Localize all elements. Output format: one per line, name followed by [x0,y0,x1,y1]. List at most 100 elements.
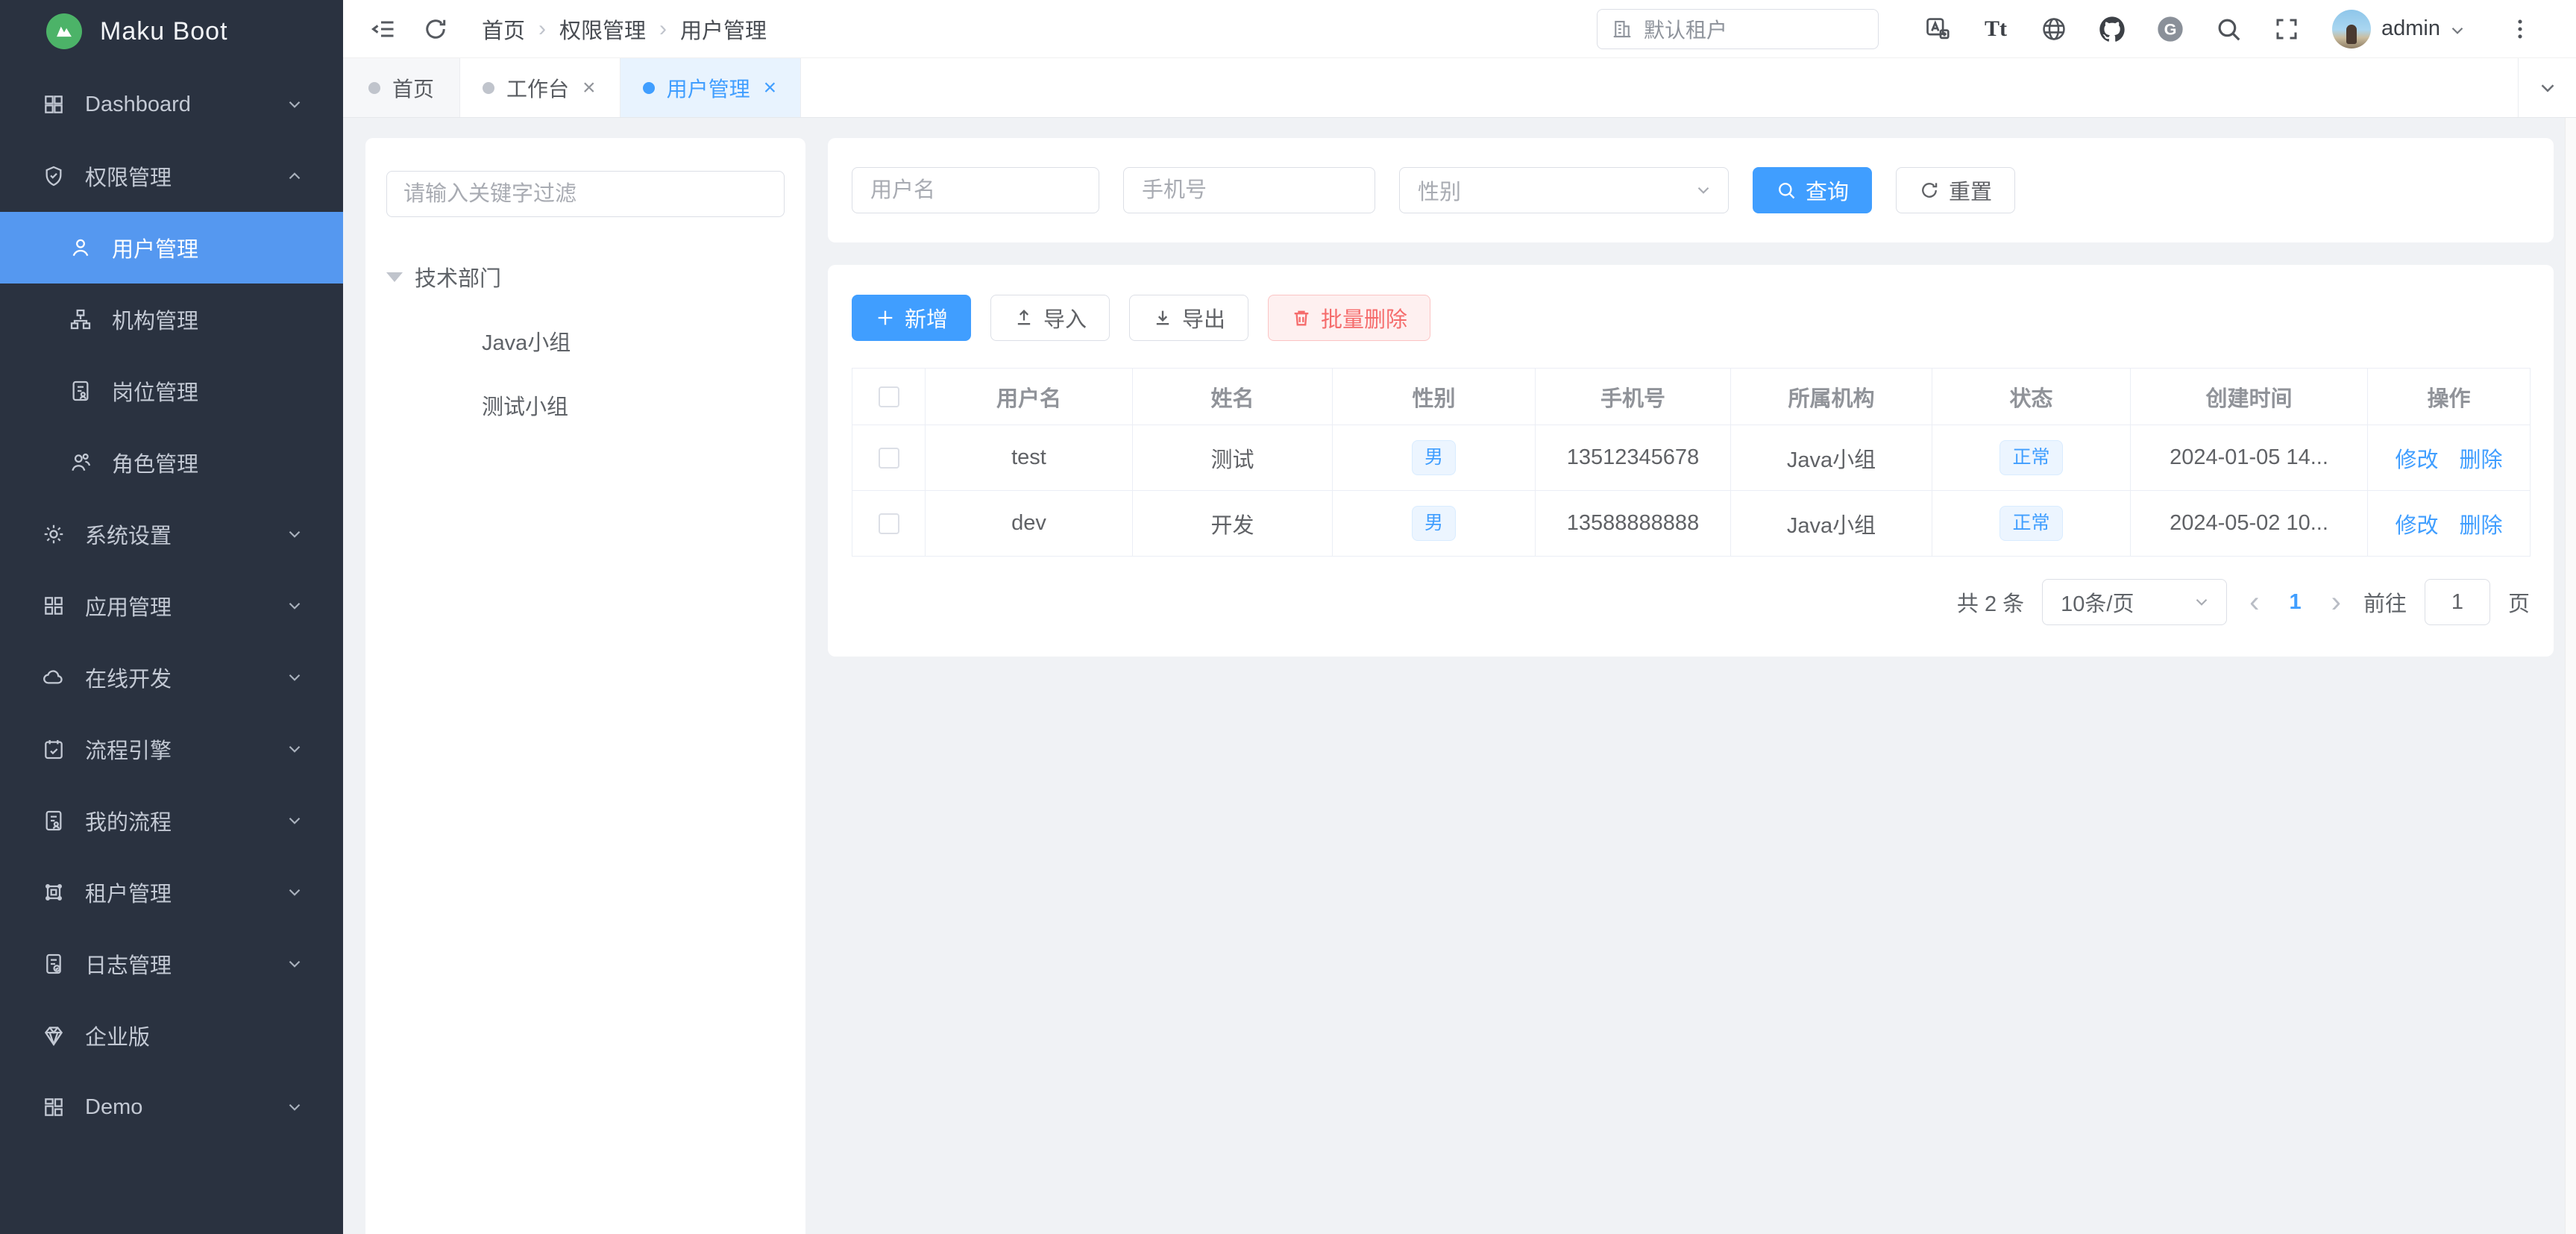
prev-page-icon[interactable]: ‹ [2245,586,2264,619]
filter-card: 性别 查询 重置 [828,138,2554,242]
sidebar-item-label: 我的流程 [85,805,172,836]
sidebar-item-log-management[interactable]: 日志管理 [0,928,343,1000]
delete-link[interactable]: 删除 [2460,442,2503,474]
tab-home[interactable]: 首页 [343,58,460,117]
batch-delete-button[interactable]: 批量删除 [1268,295,1430,341]
row-checkbox[interactable] [879,448,899,469]
import-button-label: 导入 [1043,302,1087,333]
users-table: 用户名 姓名 性别 手机号 所属机构 状态 创建时间 操作 [852,368,2531,557]
tree-caret-icon[interactable] [386,272,403,282]
row-checkbox[interactable] [879,513,899,534]
tree-node-child[interactable]: Java小组 [386,317,785,365]
close-icon[interactable]: × [581,75,597,101]
tree-node-child[interactable]: 测试小组 [386,381,785,429]
sidebar-item-my-workflow[interactable]: 我的流程 [0,785,343,856]
breadcrumb-item[interactable]: 权限管理 [559,13,646,45]
dashboard-icon [42,93,66,116]
search-icon[interactable] [2199,15,2258,43]
sidebar-item-app-management[interactable]: 应用管理 [0,570,343,642]
tree-filter-input[interactable] [386,171,785,217]
people-icon [69,451,92,475]
sidebar-item-workflow-engine[interactable]: 流程引擎 [0,713,343,785]
tenant-select[interactable]: 默认租户 [1597,9,1879,49]
sidebar-item-label: 用户管理 [112,232,198,263]
breadcrumb-item: 用户管理 [680,13,767,45]
sidebar-item-org-management[interactable]: 机构管理 [0,284,343,355]
tree-node-root[interactable]: 技术部门 [386,253,785,301]
sidebar-item-dashboard[interactable]: Dashboard [0,69,343,140]
sidebar-item-online-dev[interactable]: 在线开发 [0,642,343,713]
sidebar-item-user-management[interactable]: 用户管理 [0,212,343,284]
mobile-filter-input[interactable] [1123,167,1375,213]
page-size-select[interactable]: 10条/页 [2042,579,2227,625]
tree-node-label: Java小组 [482,325,571,357]
username-label[interactable]: admin [2381,16,2440,41]
sidebar-item-role-management[interactable]: 角色管理 [0,427,343,498]
chevron-down-icon [285,668,304,687]
sidebar-item-enterprise[interactable]: 企业版 [0,1000,343,1071]
breadcrumb-item[interactable]: 首页 [482,13,525,45]
cell-username: dev [926,491,1133,557]
tabs-dropdown-button[interactable] [2518,58,2576,117]
github-icon[interactable] [2083,14,2141,44]
column-header: 所属机构 [1731,369,1932,425]
pagination-total: 共 2 条 [1957,586,2024,618]
export-button[interactable]: 导出 [1129,295,1248,341]
chevron-down-icon [1694,181,1713,200]
next-page-icon[interactable]: › [2327,586,2346,619]
tenant-value: 默认租户 [1644,14,1727,44]
cell-org: Java小组 [1731,425,1932,491]
status-badge: 正常 [1999,440,2062,475]
main-column: 性别 查询 重置 新增 [828,138,2554,657]
logo[interactable]: Maku Boot [0,0,343,63]
sidebar-item-label: 岗位管理 [112,375,198,407]
sidebar-item-label: 在线开发 [85,662,172,693]
sidebar-item-system-settings[interactable]: 系统设置 [0,498,343,570]
globe-icon[interactable] [2025,15,2083,43]
tab-label: 首页 [392,73,434,103]
sidebar-item-permissions[interactable]: 权限管理 [0,140,343,212]
gender-select[interactable]: 性别 [1399,167,1729,213]
edit-link[interactable]: 修改 [2395,508,2438,539]
tab-dot-icon [643,82,655,94]
sidebar-item-post-management[interactable]: 岗位管理 [0,355,343,427]
refresh-icon[interactable] [422,16,449,43]
column-header: 手机号 [1536,369,1731,425]
tree-node-label: 技术部门 [415,261,501,292]
tab-user-management[interactable]: 用户管理 × [621,58,802,117]
current-page[interactable]: 1 [2282,590,2309,615]
goto-page-input[interactable] [2425,579,2490,625]
translate-icon[interactable] [1909,15,1967,43]
sidebar-item-tenant-management[interactable]: 租户管理 [0,856,343,928]
add-button[interactable]: 新增 [852,295,971,341]
search-button[interactable]: 查询 [1753,167,1872,213]
scrollbar-track[interactable] [2565,118,2576,1234]
edit-link[interactable]: 修改 [2395,442,2438,474]
reset-button[interactable]: 重置 [1896,167,2015,213]
import-button[interactable]: 导入 [990,295,1110,341]
gender-tag: 男 [1412,506,1456,541]
sidebar-item-label: 企业版 [85,1020,150,1051]
gitee-icon[interactable]: G [2141,14,2199,44]
font-size-icon[interactable]: Tt [1967,16,2025,42]
cell-username: test [926,425,1133,491]
close-icon[interactable]: × [762,75,779,101]
export-button-label: 导出 [1182,302,1225,333]
add-button-label: 新增 [905,302,948,333]
column-header: 状态 [1932,369,2131,425]
column-header: 姓名 [1133,369,1333,425]
select-all-checkbox[interactable] [879,386,899,407]
sidebar-item-demo[interactable]: Demo [0,1071,343,1143]
username-filter-input[interactable] [852,167,1099,213]
fullscreen-icon[interactable] [2258,16,2316,43]
collapse-sidebar-icon[interactable] [370,16,397,43]
search-button-label: 查询 [1806,175,1849,206]
tab-dot-icon [368,82,380,94]
chevron-down-icon[interactable] [2448,21,2467,40]
avatar[interactable] [2332,10,2371,48]
gear-icon [42,522,66,546]
tab-workbench[interactable]: 工作台 × [460,58,621,117]
kebab-menu-icon[interactable] [2491,16,2549,42]
delete-link[interactable]: 删除 [2460,508,2503,539]
chevron-up-icon [285,166,304,186]
